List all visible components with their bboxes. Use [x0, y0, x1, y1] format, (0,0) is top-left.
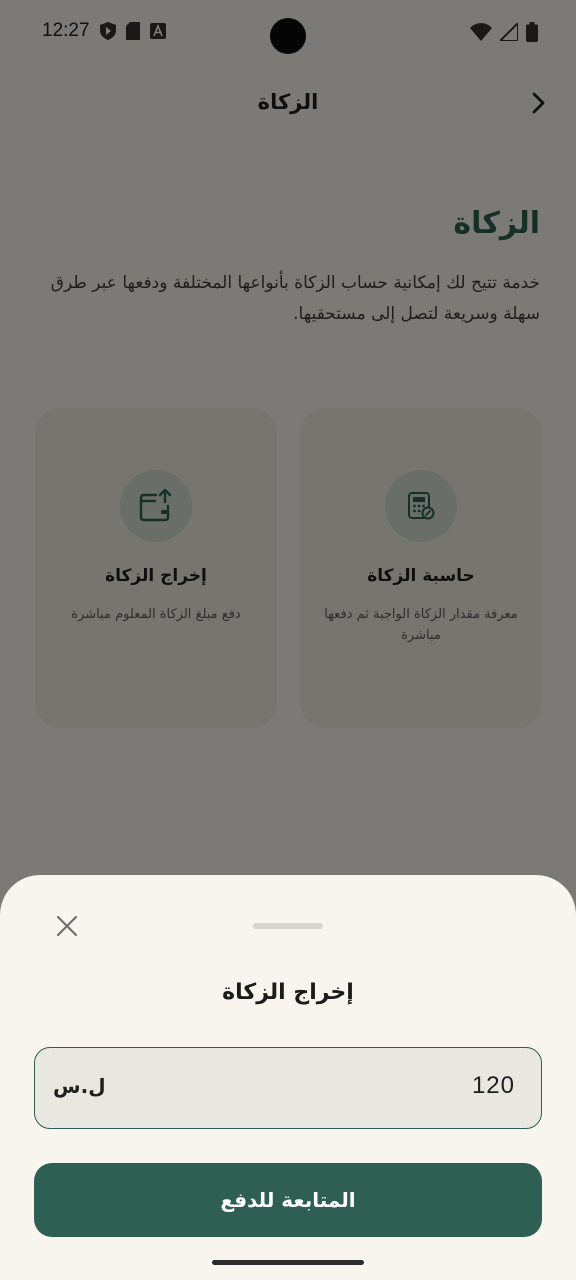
close-icon	[56, 915, 78, 937]
sheet-title: إخراج الزكاة	[222, 980, 354, 1005]
home-indicator	[212, 1260, 364, 1265]
amount-value: 120	[471, 1072, 515, 1099]
currency-label: ل.س	[53, 1074, 106, 1098]
zakat-payment-sheet: إخراج الزكاة 120 ل.س المتابعة للدفع	[0, 875, 576, 1280]
amount-input[interactable]: 120 ل.س	[34, 1047, 542, 1129]
drag-handle[interactable]	[253, 923, 323, 929]
close-button[interactable]	[52, 911, 82, 941]
continue-to-payment-button[interactable]: المتابعة للدفع	[34, 1163, 542, 1237]
